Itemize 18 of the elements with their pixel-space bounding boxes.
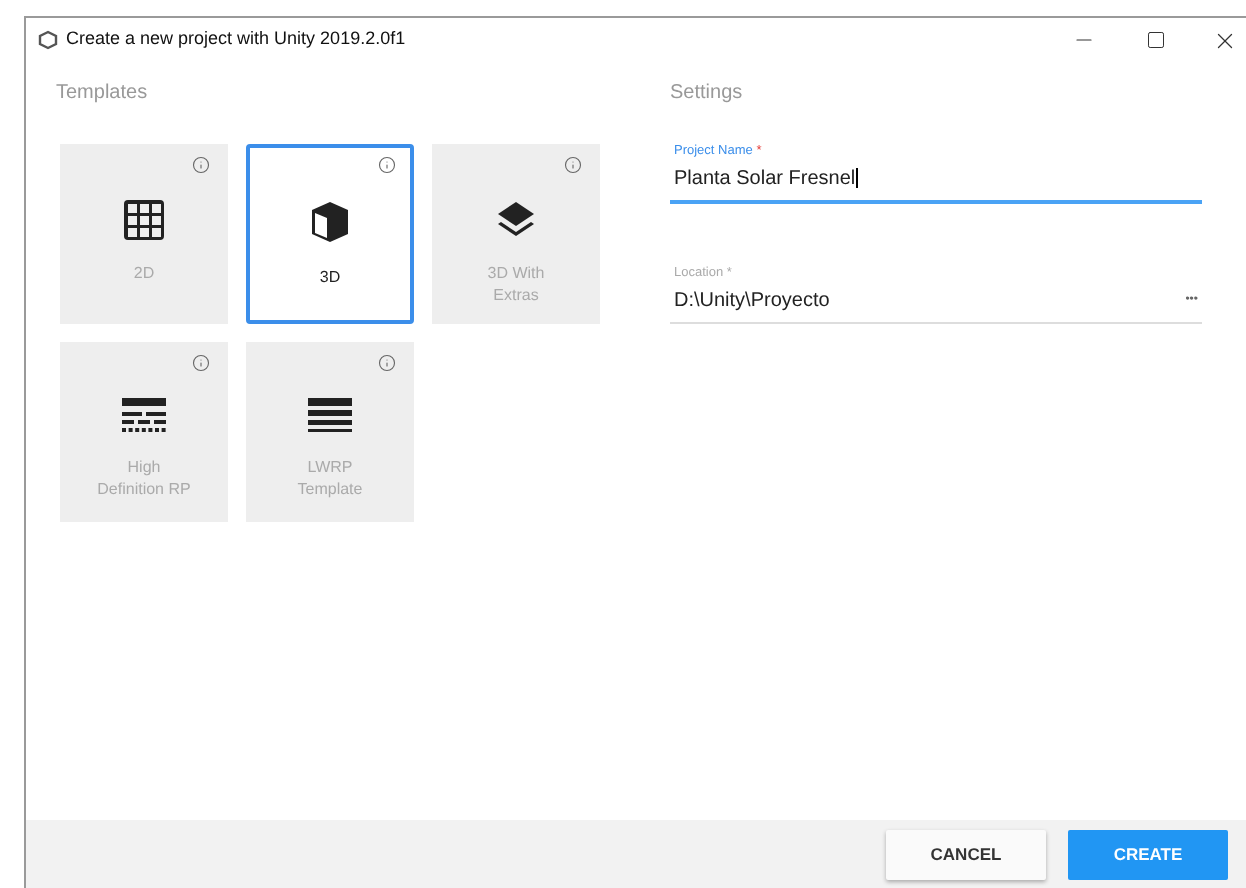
cancel-button[interactable]: CANCEL bbox=[886, 829, 1046, 879]
section-heading: Settings bbox=[670, 80, 743, 108]
info-icon[interactable] bbox=[378, 354, 396, 372]
maximize-icon[interactable] bbox=[1146, 30, 1166, 50]
layers-icon bbox=[494, 198, 538, 242]
stacked-lines-icon bbox=[120, 396, 168, 436]
grid-icon bbox=[122, 198, 166, 242]
info-icon[interactable] bbox=[564, 156, 582, 174]
info-icon[interactable] bbox=[192, 354, 210, 372]
window-title: Create a new project with Unity 2019.2.0f1 bbox=[66, 26, 406, 53]
app-icon bbox=[38, 30, 58, 50]
create-button[interactable]: CREATE bbox=[1068, 829, 1228, 879]
section-heading: Templates bbox=[56, 80, 148, 108]
info-icon[interactable] bbox=[378, 156, 396, 174]
template-tile[interactable]: 3D bbox=[246, 144, 414, 324]
cube-icon bbox=[306, 198, 354, 246]
stacked-lines-icon bbox=[306, 396, 354, 436]
info-icon[interactable] bbox=[192, 156, 210, 174]
